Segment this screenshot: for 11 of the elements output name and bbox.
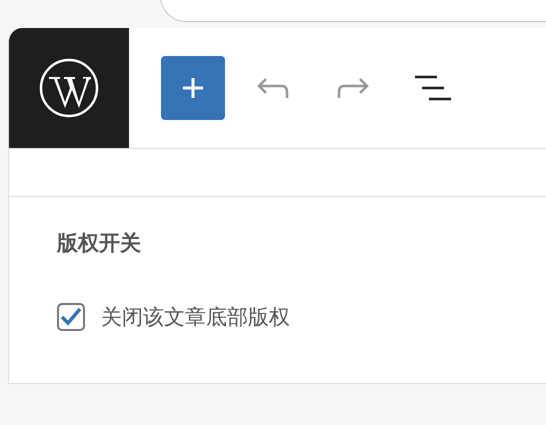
wordpress-logo[interactable] xyxy=(9,28,129,148)
checkbox[interactable] xyxy=(57,303,85,331)
undo-icon xyxy=(256,76,290,100)
checkmark-icon xyxy=(60,307,82,327)
plus-icon xyxy=(180,75,206,101)
menu-icon xyxy=(414,75,452,101)
panel-title: 版权开关 xyxy=(57,230,142,257)
wordpress-icon xyxy=(39,58,99,118)
redo-icon xyxy=(336,76,370,100)
checkbox-label: 关闭该文章底部版权 xyxy=(101,304,290,331)
add-block-button[interactable] xyxy=(161,56,225,120)
